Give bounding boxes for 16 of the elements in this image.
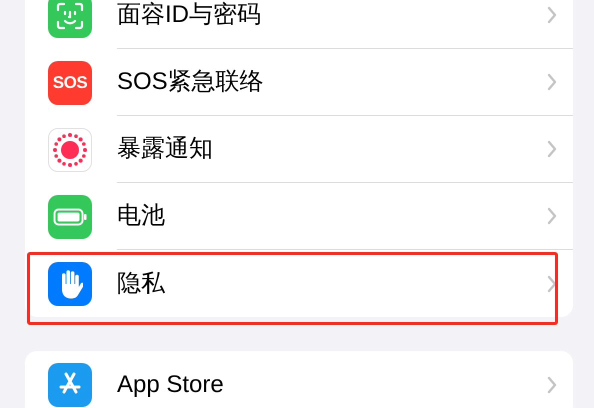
chevron-icon <box>547 6 557 24</box>
battery-icon <box>48 194 92 238</box>
setting-label[interactable]: 隐私 <box>117 270 547 298</box>
chevron-icon <box>547 140 557 158</box>
setting-label[interactable]: 电池 <box>117 202 547 230</box>
sos-icon: SOS <box>48 60 92 104</box>
setting-label[interactable]: App Store <box>117 370 547 398</box>
setting-label[interactable]: 暴露通知 <box>117 135 547 163</box>
setting-label[interactable]: 面容ID与密码 <box>117 1 547 29</box>
hand-icon <box>48 262 92 306</box>
setting-label[interactable]: SOS紧急联络 <box>117 68 547 96</box>
chevron-icon <box>547 274 557 292</box>
chevron-icon <box>547 207 557 225</box>
sun-dots-icon <box>48 128 92 172</box>
chevron-icon <box>547 73 557 91</box>
chevron-icon <box>547 376 557 394</box>
